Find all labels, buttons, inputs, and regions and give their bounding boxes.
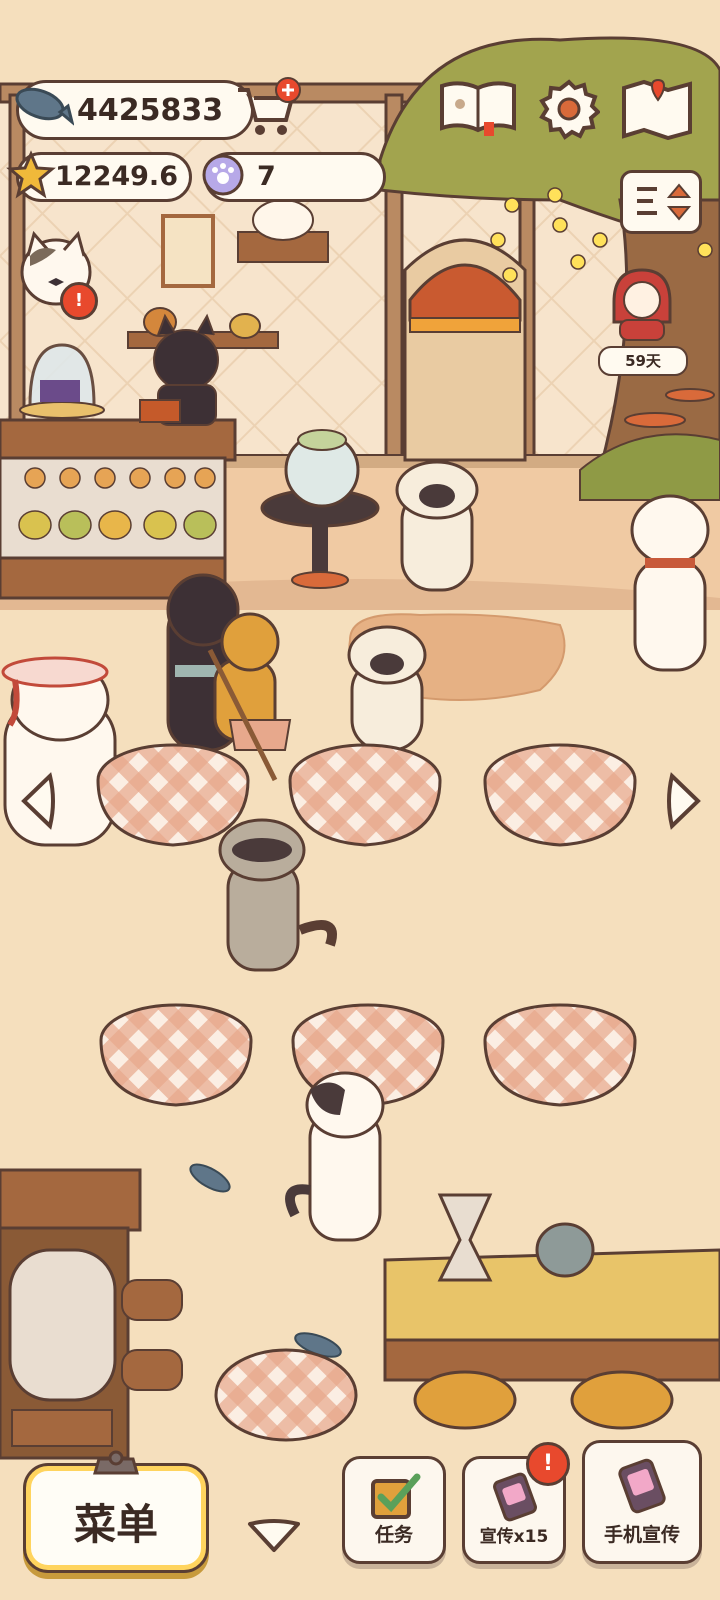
pet-bed	[214, 1348, 358, 1442]
paw-coin-icon	[202, 154, 244, 196]
collapse-down-arrow-icon	[248, 1519, 300, 1552]
pug-standing-back	[395, 460, 479, 592]
event-days-remaining: 59天	[598, 346, 688, 376]
promote-label: 宣传x15	[479, 1527, 549, 1547]
phone-card-icon	[618, 1458, 666, 1514]
pug-standing-front	[347, 625, 427, 752]
alert-badge-icon: !	[526, 1442, 570, 1486]
sort-arrows-icon	[637, 183, 692, 221]
event-girl-icon	[612, 268, 672, 341]
paw-token-amount: 7	[257, 161, 276, 192]
clip-icon	[93, 1450, 139, 1475]
cafe-scene	[0, 36, 720, 1600]
menu-button[interactable]: 菜单	[26, 1450, 206, 1570]
map-icon	[622, 78, 692, 141]
tasks-button[interactable]: 任务	[342, 1456, 446, 1564]
shop-cart-add-icon	[238, 77, 301, 135]
alert-badge-icon: !	[60, 282, 98, 320]
sort-toggle-button[interactable]	[620, 170, 702, 234]
scroll-left-button[interactable]	[16, 770, 58, 832]
scroll-left-arrow-icon	[21, 772, 55, 830]
scroll-right-arrow-icon	[667, 772, 701, 830]
star-icon	[6, 150, 56, 199]
map-button[interactable]	[620, 76, 694, 141]
white-cat-right	[630, 494, 710, 672]
collapse-button[interactable]	[244, 1516, 304, 1556]
shop-cart-add-button[interactable]	[232, 76, 302, 140]
menu-label: 菜单	[73, 1500, 158, 1549]
phone-promote-button[interactable]: 手机宣传	[582, 1440, 702, 1564]
settings-gear-icon	[539, 79, 601, 140]
cat-notification-button[interactable]: !	[16, 226, 98, 320]
event-character-button[interactable]	[600, 262, 684, 344]
fish-amount: 4425833	[77, 93, 224, 128]
task-checkbox-icon	[371, 1473, 421, 1519]
recipe-book-button[interactable]	[436, 76, 520, 138]
star-amount: 12249.6	[55, 161, 178, 192]
scroll-right-button[interactable]	[664, 770, 706, 832]
fish-icon	[15, 87, 74, 126]
tasks-label: 任务	[374, 1524, 413, 1546]
settings-button[interactable]	[538, 78, 601, 140]
recipe-book-icon	[440, 81, 516, 136]
phone-promote-label: 手机宣传	[603, 1524, 680, 1546]
table-row-1	[96, 743, 637, 847]
